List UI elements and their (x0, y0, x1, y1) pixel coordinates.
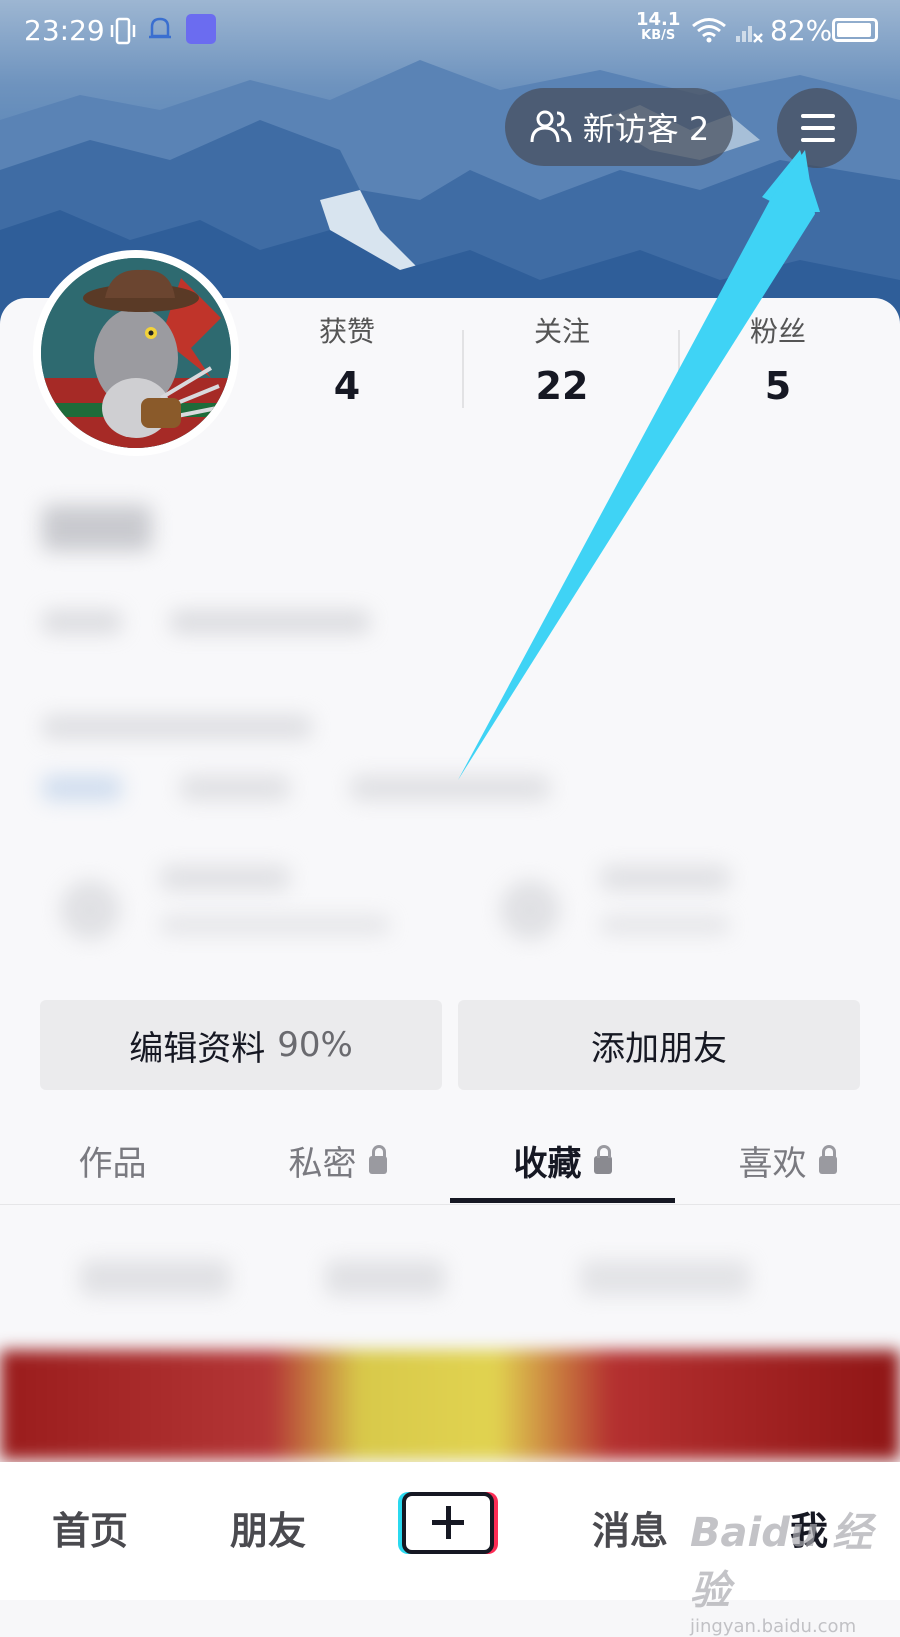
blurred-tag (350, 775, 550, 801)
tab-private[interactable]: 私密 (225, 1115, 450, 1205)
blurred-tag (42, 775, 122, 801)
lock-icon (818, 1145, 837, 1174)
tab-favorites[interactable]: 收藏 (450, 1115, 675, 1205)
blurred-shortcut-text (160, 865, 290, 891)
blurred-content-thumbnail[interactable] (0, 1350, 900, 1460)
blurred-subtab (80, 1260, 230, 1296)
shopping-bag-icon (186, 14, 216, 44)
blurred-bio (42, 715, 312, 739)
tabs-divider (0, 1204, 900, 1205)
edit-profile-button[interactable]: 编辑资料 90% (40, 1000, 442, 1090)
nav-messages[interactable]: 消息 (592, 1500, 668, 1555)
battery-icon (832, 18, 878, 42)
status-bar: 23:29 14.1 KB/S 82% (0, 0, 900, 64)
stat-likes[interactable]: 获赞 4 (272, 310, 422, 408)
lock-icon (593, 1145, 612, 1174)
tab-works[interactable]: 作品 (0, 1115, 225, 1205)
blurred-id-value (170, 610, 370, 634)
lock-icon (368, 1145, 387, 1174)
blurred-shortcut-text (600, 865, 730, 891)
blurred-shortcut-text (160, 915, 390, 935)
blurred-id-label (42, 610, 122, 634)
active-tab-indicator (450, 1198, 675, 1203)
stat-following[interactable]: 关注 22 (487, 310, 637, 408)
blurred-username (42, 505, 152, 551)
network-speed: 14.1 KB/S (636, 9, 681, 44)
blurred-shortcut-icon (60, 880, 120, 940)
watermark: Baidu 经验 jingyan.baidu.com (690, 1510, 873, 1637)
people-icon (530, 110, 572, 143)
avatar[interactable] (33, 250, 239, 456)
blurred-tag (180, 775, 290, 801)
signal-icon (736, 26, 763, 43)
status-time: 23:29 (24, 14, 105, 47)
create-post-button[interactable] (402, 1492, 494, 1554)
stat-divider (462, 330, 464, 408)
nav-home[interactable]: 首页 (52, 1500, 128, 1555)
blurred-subtab (580, 1260, 750, 1296)
nav-friends[interactable]: 朋友 (230, 1500, 306, 1555)
blurred-shortcut-text (600, 915, 730, 935)
blurred-shortcut-icon (500, 880, 560, 940)
tab-likes[interactable]: 喜欢 (675, 1115, 900, 1205)
new-visitors-button[interactable]: 新访客 2 (505, 88, 733, 166)
stat-divider (678, 330, 680, 408)
wifi-icon (692, 18, 726, 43)
stat-followers[interactable]: 粉丝 5 (703, 310, 853, 408)
bell-icon (149, 17, 171, 39)
profile-tabs: 作品 私密 收藏 喜欢 (0, 1115, 900, 1205)
vibrate-icon (110, 17, 136, 45)
blurred-subtab (325, 1260, 445, 1296)
add-friends-button[interactable]: 添加朋友 (458, 1000, 860, 1090)
new-visitors-label: 新访客 2 (582, 110, 710, 148)
profile-stats: 获赞 4 关注 22 粉丝 5 (250, 310, 900, 410)
menu-button[interactable] (777, 88, 857, 168)
menu-icon (801, 114, 835, 118)
battery-percent: 82% (770, 14, 833, 47)
avatar-image (41, 258, 231, 448)
